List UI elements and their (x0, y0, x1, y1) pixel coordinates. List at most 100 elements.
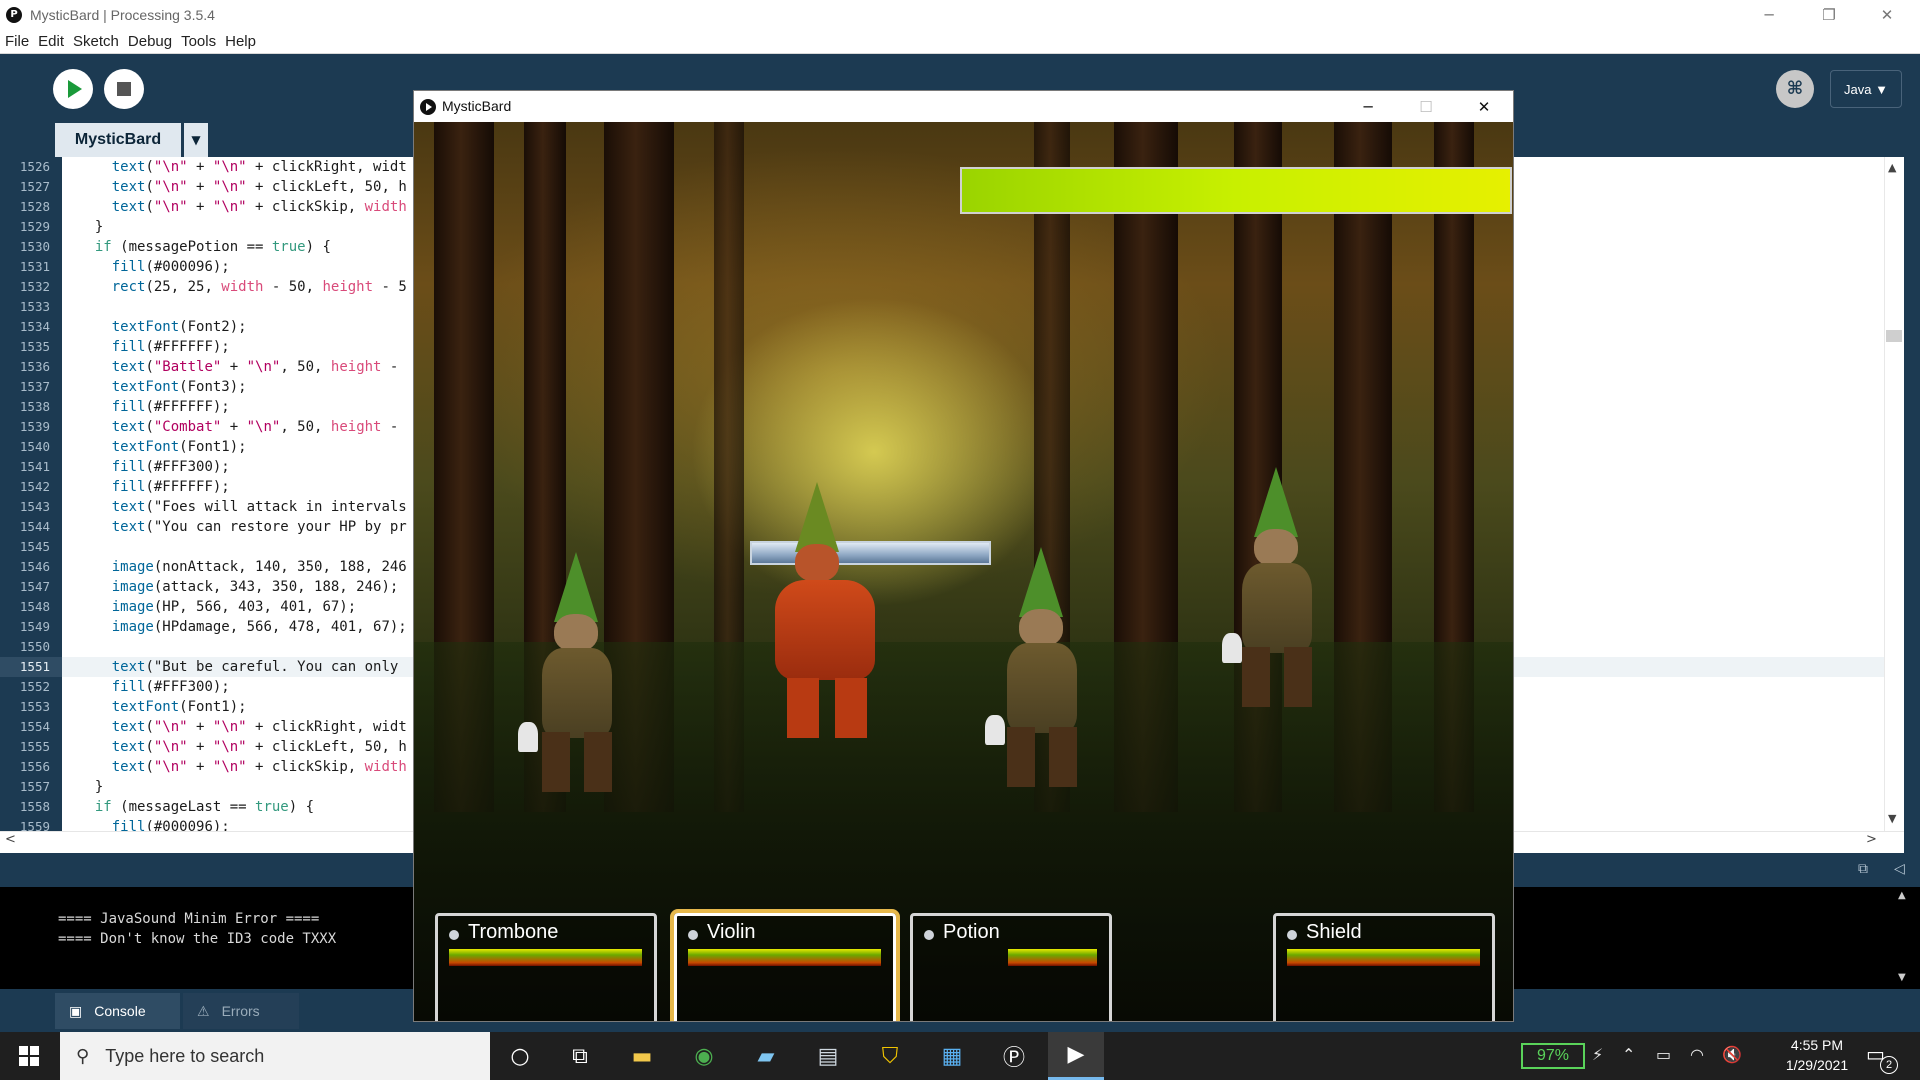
processing-icon[interactable]: Ⓟ (986, 1032, 1042, 1080)
line-number: 1533 (19, 299, 50, 314)
slot-cooldown-bar (1008, 949, 1097, 966)
hidden-icons-chevron-icon[interactable]: ⌃ (1622, 1045, 1635, 1064)
windows-taskbar: ⚲ Type here to search ○ ⧉ ▬ ◉ ▰ ▤ ⛉ ▦ Ⓟ … (0, 1032, 1920, 1080)
line-number: 1534 (19, 319, 50, 334)
enemy-hp-bar (960, 167, 1512, 214)
slot-cooldown-bar (449, 949, 642, 966)
taskbar-search-box[interactable]: ⚲ Type here to search (60, 1032, 490, 1080)
clock-date[interactable]: 1/29/2021 (1772, 1057, 1862, 1073)
tab-mysticbard[interactable]: MysticBard (55, 123, 181, 157)
window-title: MysticBard | Processing 3.5.4 (30, 7, 215, 23)
line-number: 1527 (19, 179, 50, 194)
line-number: 1531 (19, 259, 50, 274)
editor-vertical-scrollbar[interactable] (1884, 157, 1904, 831)
power-plug-icon[interactable]: ⚡ (1592, 1045, 1603, 1064)
sketch-minimize-button[interactable]: ─ (1339, 91, 1397, 122)
line-number: 1526 (19, 159, 50, 174)
line-number: 1553 (19, 699, 50, 714)
line-number: 1550 (19, 639, 50, 654)
slot-indicator-icon (449, 930, 459, 940)
line-number: 1536 (19, 359, 50, 374)
battery-percentage[interactable]: 97% (1521, 1043, 1585, 1069)
maximize-button[interactable]: ❐ (1800, 0, 1858, 30)
slot-label: Shield (1306, 921, 1362, 943)
stop-button[interactable] (104, 69, 144, 109)
tab-errors[interactable]: ⚠ Errors (183, 993, 299, 1029)
line-number: 1548 (19, 599, 50, 614)
windows-start-icon[interactable] (0, 1032, 58, 1080)
line-number: 1528 (19, 199, 50, 214)
debugger-toggle-icon[interactable]: ⌘ (1776, 70, 1814, 108)
sketch-window-title: MysticBard (442, 98, 512, 114)
menu-edit[interactable]: Edit (38, 33, 64, 50)
sketch-maximize-button[interactable]: ☐ (1397, 91, 1455, 122)
line-number: 1538 (19, 399, 50, 414)
tab-menu-button[interactable]: ▼ (184, 123, 208, 157)
slot-potion[interactable]: Potion (910, 913, 1112, 1021)
line-number: 1557 (19, 779, 50, 794)
slot-indicator-icon (924, 930, 934, 940)
task-view-icon[interactable]: ⧉ (552, 1032, 608, 1080)
console-scroll-up-icon[interactable]: ▲ (1898, 890, 1906, 901)
menu-sketch[interactable]: Sketch (73, 33, 119, 50)
minimize-button[interactable]: ─ (1740, 0, 1798, 30)
slot-cooldown-bar (688, 949, 881, 966)
console-line: ==== JavaSound Minim Error ==== (58, 911, 320, 927)
clock-time[interactable]: 4:55 PM (1782, 1037, 1852, 1053)
close-button[interactable]: ✕ (1858, 0, 1916, 30)
line-number: 1537 (19, 379, 50, 394)
search-input[interactable]: Type here to search (105, 1046, 264, 1067)
menu-debug[interactable]: Debug (128, 33, 172, 50)
tab-console[interactable]: ▣ Console (55, 993, 180, 1029)
game-canvas[interactable]: Trombone Violin Potion Shield (414, 122, 1513, 1021)
slot-shield[interactable]: Shield (1273, 913, 1495, 1021)
slot-label: Violin (707, 921, 756, 943)
line-number: 1529 (19, 219, 50, 234)
slot-violin[interactable]: Violin (674, 913, 896, 1021)
volume-muted-icon[interactable]: 🔇 (1722, 1045, 1742, 1064)
line-number: 1549 (19, 619, 50, 634)
menu-tools[interactable]: Tools (181, 33, 216, 50)
menu-bar: File Edit Sketch Debug Tools Help (0, 30, 1920, 54)
collapse-console-icon[interactable]: ◁ (1894, 861, 1905, 877)
line-number: 1530 (19, 239, 50, 254)
warning-icon: ⚠ (197, 1002, 210, 1019)
notification-count: 2 (1880, 1056, 1898, 1074)
wordpad-icon[interactable]: ▤ (800, 1032, 856, 1080)
ide-title-bar: P MysticBard | Processing 3.5.4 ─ ❐ ✕ (0, 0, 1920, 30)
target-indicator-bar (750, 541, 991, 565)
line-number: 1541 (19, 459, 50, 474)
copy-console-icon[interactable]: ⧉ (1858, 861, 1868, 877)
wifi-icon[interactable]: ◠ (1690, 1045, 1704, 1064)
menu-help[interactable]: Help (225, 33, 256, 50)
mode-selector[interactable]: Java ▼ (1830, 70, 1902, 108)
sketch-run-icon[interactable]: ▶ (1048, 1032, 1104, 1080)
slot-indicator-icon (688, 930, 698, 940)
cortana-icon[interactable]: ○ (492, 1032, 548, 1080)
scroll-down-arrow-icon[interactable]: ▼ (1888, 812, 1896, 825)
chrome-icon[interactable]: ◉ (676, 1032, 732, 1080)
run-button[interactable] (53, 69, 93, 109)
scroll-right-arrow-icon[interactable]: > (1866, 832, 1877, 847)
slot-trombone[interactable]: Trombone (435, 913, 657, 1021)
battery-icon[interactable]: ▭ (1656, 1045, 1671, 1064)
sketch-window[interactable]: MysticBard ─ ☐ ✕ Trombone Violin Potion … (413, 90, 1514, 1022)
console-line: ==== Don't know the ID3 code TXXX (58, 931, 337, 947)
line-number: 1545 (19, 539, 50, 554)
line-number: 1547 (19, 579, 50, 594)
slot-cooldown-bar (1287, 949, 1480, 966)
scroll-left-arrow-icon[interactable]: < (5, 832, 16, 847)
scrollbar-thumb[interactable] (1886, 330, 1902, 342)
line-number: 1559 (19, 819, 50, 831)
menu-file[interactable]: File (5, 33, 29, 50)
scroll-up-arrow-icon[interactable]: ▲ (1888, 161, 1896, 174)
slot-label: Trombone (468, 921, 559, 943)
console-scroll-down-icon[interactable]: ▼ (1898, 972, 1906, 983)
notepad-icon[interactable]: ▰ (738, 1032, 794, 1080)
file-explorer-icon[interactable]: ▬ (614, 1032, 670, 1080)
line-number: 1556 (19, 759, 50, 774)
photos-icon[interactable]: ▦ (924, 1032, 980, 1080)
line-number-gutter: 1526 1527 1528 1529 1530 1531 1532 1533 1534 1535… (0, 157, 62, 831)
norton-icon[interactable]: ⛉ (862, 1032, 918, 1080)
sketch-close-button[interactable]: ✕ (1455, 91, 1513, 122)
